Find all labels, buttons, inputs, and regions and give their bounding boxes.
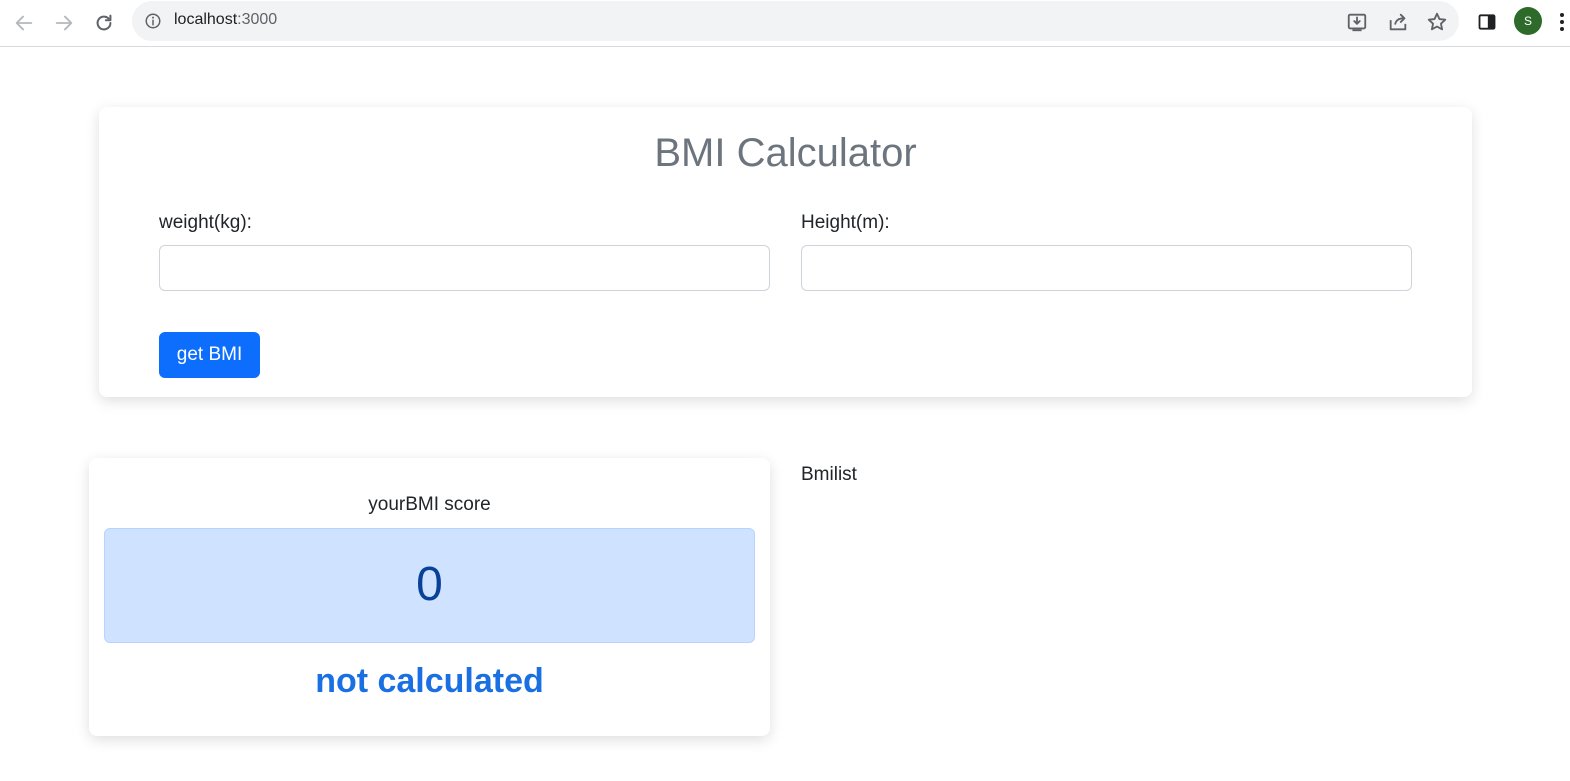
forward-button[interactable]	[49, 8, 79, 38]
bookmark-star-icon[interactable]	[1426, 11, 1448, 33]
kebab-menu-icon	[1559, 13, 1564, 31]
score-status: not calculated	[315, 662, 544, 700]
side-panel-button[interactable]	[1473, 8, 1501, 36]
score-value: 0	[416, 558, 443, 611]
score-heading: yourBMI score	[368, 494, 491, 515]
address-url[interactable]: localhost:3000	[174, 11, 277, 29]
height-label: Height(m):	[801, 212, 890, 233]
weight-label: weight(kg):	[159, 212, 252, 233]
bmi-score-card: yourBMI score 0 not calculated	[89, 458, 770, 736]
reload-icon	[96, 14, 112, 31]
score-display: 0	[104, 528, 755, 643]
avatar-initial: S	[1523, 14, 1532, 28]
get-bmi-button[interactable]: get BMI	[159, 332, 260, 378]
menu-button[interactable]	[1553, 8, 1570, 36]
url-host: localhost	[174, 11, 238, 28]
share-icon[interactable]	[1387, 11, 1409, 33]
page-title: BMI Calculator	[654, 131, 917, 175]
weight-input[interactable]	[159, 245, 770, 291]
install-app-icon[interactable]	[1346, 11, 1368, 33]
height-input[interactable]	[801, 245, 1412, 291]
bmi-list-heading: Bmilist	[801, 464, 857, 485]
address-bar[interactable]: localhost:3000	[132, 1, 1459, 41]
back-button[interactable]	[9, 8, 39, 38]
profile-avatar[interactable]: S	[1514, 7, 1542, 35]
bmi-calculator-card: BMI Calculator weight(kg): Height(m): ge…	[99, 107, 1472, 397]
url-port: :3000	[237, 11, 278, 28]
arrow-left-icon	[15, 15, 33, 31]
site-info-icon[interactable]	[144, 12, 162, 30]
reload-button[interactable]	[89, 8, 119, 38]
arrow-right-icon	[55, 15, 73, 31]
browser-toolbar: localhost:3000 S	[0, 0, 1570, 47]
side-panel-icon	[1478, 14, 1496, 30]
